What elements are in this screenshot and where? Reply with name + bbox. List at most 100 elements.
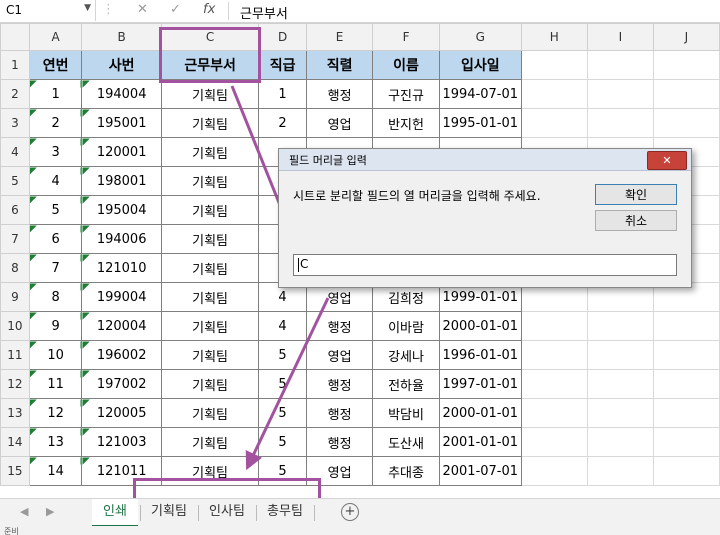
cell[interactable]: 195004 xyxy=(81,195,162,225)
cell[interactable]: 기획팀 xyxy=(160,108,260,138)
cell[interactable] xyxy=(586,311,654,341)
cell[interactable]: 5 xyxy=(258,398,307,428)
column-header[interactable]: D xyxy=(258,23,307,51)
cell[interactable]: 영업 xyxy=(305,456,374,486)
row-header[interactable]: 13 xyxy=(0,398,30,428)
header-cell[interactable]: 근무부서 xyxy=(160,50,260,80)
cell[interactable] xyxy=(520,108,588,138)
row-header[interactable]: 14 xyxy=(0,427,30,457)
column-header[interactable]: I xyxy=(586,23,654,51)
header-cell[interactable]: 입사일 xyxy=(438,50,522,80)
cell[interactable]: 5 xyxy=(28,195,83,225)
cell[interactable]: 14 xyxy=(28,456,83,486)
cell[interactable]: 기획팀 xyxy=(160,166,260,196)
cell[interactable]: 도산새 xyxy=(372,427,440,457)
cell[interactable] xyxy=(520,427,588,457)
cell[interactable]: 기획팀 xyxy=(160,195,260,225)
cell[interactable]: 이바람 xyxy=(372,311,440,341)
cell[interactable]: 4 xyxy=(28,166,83,196)
cell[interactable]: 121003 xyxy=(81,427,162,457)
row-header[interactable]: 1 xyxy=(0,50,30,80)
cell[interactable]: 박담비 xyxy=(372,398,440,428)
tab-next-icon[interactable]: ▶ xyxy=(46,505,54,518)
cell[interactable]: 영업 xyxy=(305,340,374,370)
cell[interactable]: 2 xyxy=(28,108,83,138)
cell[interactable] xyxy=(652,311,720,341)
cell[interactable] xyxy=(652,79,720,109)
cell[interactable] xyxy=(652,456,720,486)
cell[interactable]: 196002 xyxy=(81,340,162,370)
row-header[interactable]: 7 xyxy=(0,224,30,254)
cell[interactable] xyxy=(652,427,720,457)
cell[interactable]: 1 xyxy=(258,79,307,109)
cell[interactable]: 194006 xyxy=(81,224,162,254)
cell[interactable] xyxy=(586,340,654,370)
add-sheet-button[interactable]: + xyxy=(341,503,359,521)
cell[interactable] xyxy=(520,79,588,109)
cell[interactable]: 4 xyxy=(258,311,307,341)
cell[interactable]: 120004 xyxy=(81,311,162,341)
cell[interactable]: 2000-01-01 xyxy=(438,398,522,428)
row-header[interactable]: 9 xyxy=(0,282,30,312)
column-header[interactable]: G xyxy=(438,23,522,51)
cell[interactable]: 구진규 xyxy=(372,79,440,109)
column-header[interactable]: E xyxy=(305,23,374,51)
formula-input[interactable]: 근무부서 xyxy=(240,3,288,22)
row-header[interactable]: 6 xyxy=(0,195,30,225)
column-header[interactable]: A xyxy=(28,23,83,51)
cell[interactable]: 5 xyxy=(258,340,307,370)
cell[interactable]: 2000-01-01 xyxy=(438,311,522,341)
header-cell[interactable]: 연번 xyxy=(28,50,83,80)
cell[interactable]: 5 xyxy=(258,427,307,457)
row-header[interactable]: 12 xyxy=(0,369,30,399)
cell[interactable] xyxy=(520,369,588,399)
ok-button[interactable]: 확인 xyxy=(595,184,677,205)
cell[interactable] xyxy=(586,108,654,138)
cell[interactable] xyxy=(652,108,720,138)
cell[interactable]: 기획팀 xyxy=(160,398,260,428)
cancel-button[interactable]: 취소 xyxy=(595,210,677,231)
column-header[interactable]: F xyxy=(372,23,440,51)
cell[interactable] xyxy=(520,398,588,428)
header-cell[interactable]: 직급 xyxy=(258,50,307,80)
cell[interactable] xyxy=(520,311,588,341)
cell[interactable]: 9 xyxy=(28,311,83,341)
cell[interactable]: 1997-01-01 xyxy=(438,369,522,399)
field-header-input[interactable]: C xyxy=(293,254,677,276)
cell[interactable]: 1 xyxy=(28,79,83,109)
header-cell[interactable]: 직렬 xyxy=(305,50,374,80)
cell[interactable]: 기획팀 xyxy=(160,224,260,254)
tab-general-affairs[interactable]: 총무팀 xyxy=(259,499,311,525)
close-icon[interactable]: ✕ xyxy=(647,151,687,170)
cell[interactable]: 2001-07-01 xyxy=(438,456,522,486)
cell[interactable]: 기획팀 xyxy=(160,456,260,486)
cell[interactable] xyxy=(586,456,654,486)
cell[interactable] xyxy=(586,79,654,109)
cell[interactable]: 12 xyxy=(28,398,83,428)
tab-prev-icon[interactable]: ◀ xyxy=(20,505,28,518)
tab-hr[interactable]: 인사팀 xyxy=(201,499,253,525)
cell[interactable]: 197002 xyxy=(81,369,162,399)
cell[interactable]: 전하율 xyxy=(372,369,440,399)
cell[interactable] xyxy=(652,50,720,80)
cell[interactable]: 2001-01-01 xyxy=(438,427,522,457)
row-header[interactable]: 4 xyxy=(0,137,30,167)
row-header[interactable]: 10 xyxy=(0,311,30,341)
cell[interactable]: 5 xyxy=(258,369,307,399)
column-header[interactable]: H xyxy=(520,23,588,51)
tab-planning[interactable]: 기획팀 xyxy=(143,499,195,525)
enter-icon[interactable]: ✓ xyxy=(170,2,181,17)
row-header[interactable]: 5 xyxy=(0,166,30,196)
tab-print[interactable]: 인쇄 xyxy=(92,499,138,527)
column-header[interactable]: B xyxy=(81,23,162,51)
cell[interactable] xyxy=(586,398,654,428)
cell[interactable]: 기획팀 xyxy=(160,427,260,457)
row-header[interactable]: 8 xyxy=(0,253,30,283)
cell[interactable]: 120001 xyxy=(81,137,162,167)
header-cell[interactable]: 이름 xyxy=(372,50,440,80)
cell[interactable] xyxy=(652,398,720,428)
cell[interactable]: 1996-01-01 xyxy=(438,340,522,370)
column-header[interactable]: J xyxy=(652,23,720,51)
cell[interactable]: 8 xyxy=(28,282,83,312)
cell[interactable]: 7 xyxy=(28,253,83,283)
